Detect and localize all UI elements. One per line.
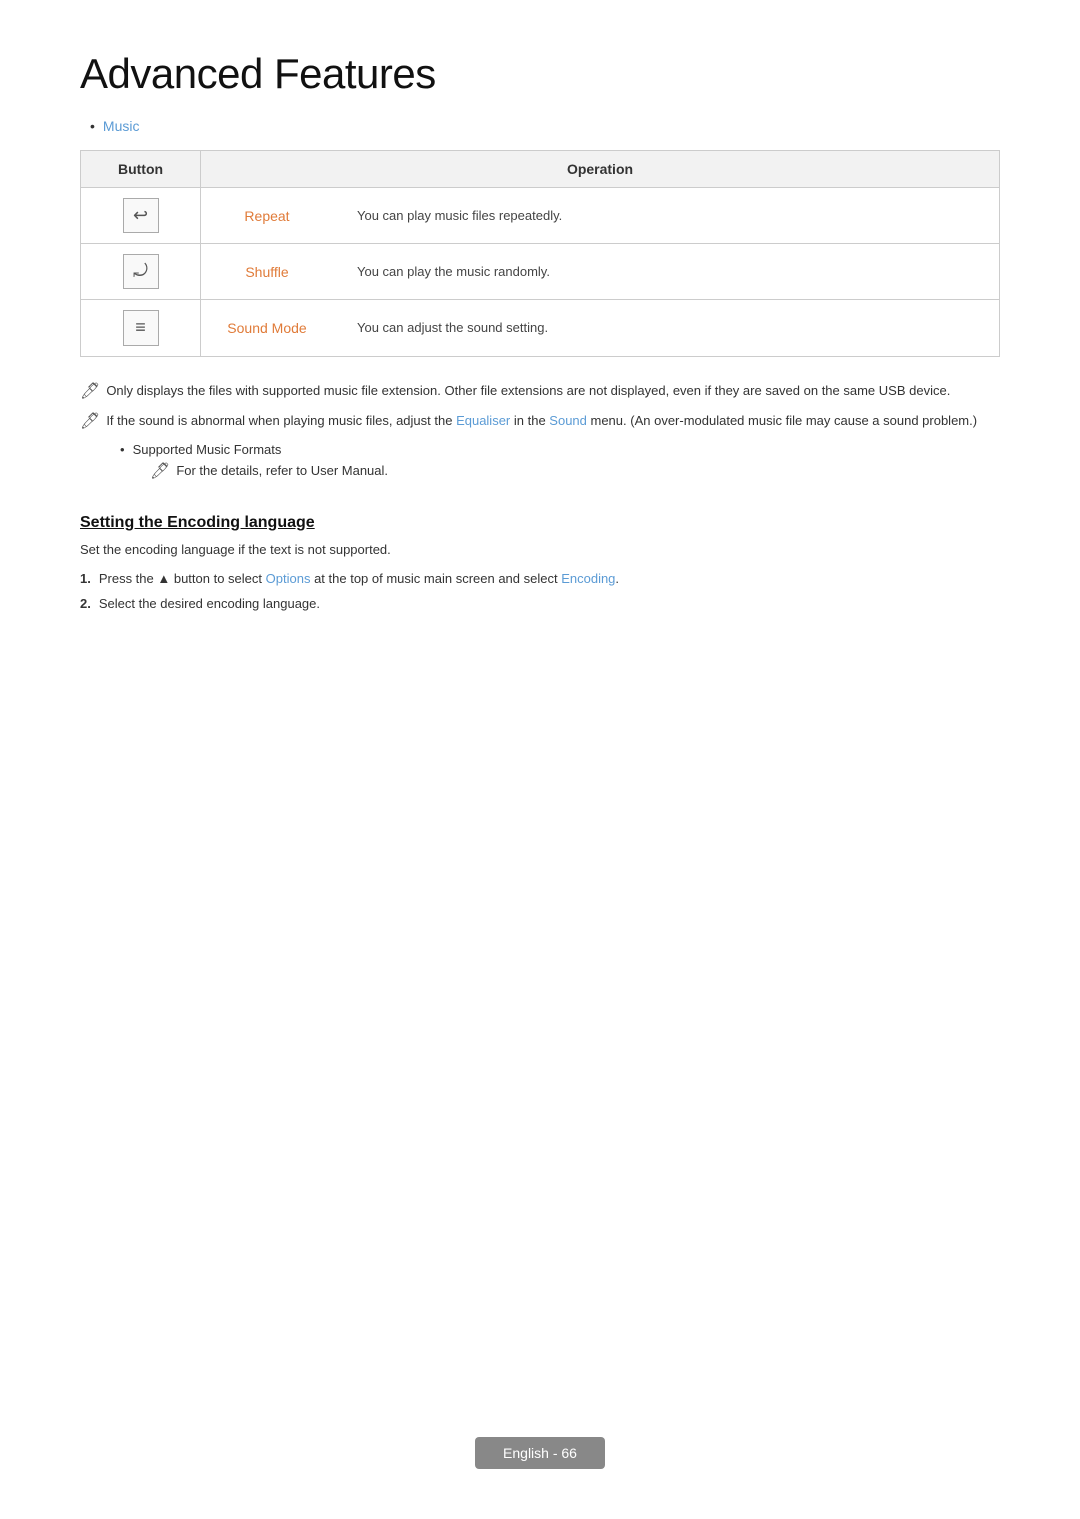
step-1-num: 1.: [80, 571, 91, 586]
supported-formats-item: Supported Music Formats: [120, 442, 1000, 457]
feature-table: Button Operation ↩ Repeat You can play m…: [80, 150, 1000, 357]
note2-text-mid: in the: [510, 413, 549, 428]
supported-formats-label: Supported Music Formats: [133, 442, 282, 457]
repeat-button-icon: ↩: [123, 198, 159, 233]
step-1: 1. Press the ▲ button to select Options …: [80, 571, 1000, 586]
music-bullet: Music: [90, 118, 1000, 134]
note-1: 🖊 Only displays the files with supported…: [80, 381, 1000, 402]
equaliser-link[interactable]: Equaliser: [456, 413, 510, 428]
footer-badge: English - 66: [475, 1437, 605, 1469]
table-header-button: Button: [81, 151, 201, 188]
soundmode-button-icon: ≡: [123, 310, 159, 345]
step1-text-mid: at the top of music main screen and sele…: [310, 571, 561, 586]
table-row: ↩ Repeat You can play music files repeat…: [81, 188, 1000, 244]
encoding-link[interactable]: Encoding: [561, 571, 615, 586]
table-cell-op-repeat: Repeat You can play music files repeated…: [201, 188, 1000, 244]
note-icon-2: 🖊: [80, 411, 100, 431]
step-2-num: 2.: [80, 596, 91, 611]
page-title: Advanced Features: [80, 50, 1000, 98]
table-cell-button-shuffle: ⤾: [81, 244, 201, 300]
step1-text-before: Press the ▲ button to select: [99, 571, 266, 586]
shuffle-desc: You can play the music randomly.: [357, 264, 550, 279]
shuffle-label: Shuffle: [217, 264, 317, 280]
options-link[interactable]: Options: [266, 571, 311, 586]
table-cell-button-repeat: ↩: [81, 188, 201, 244]
sub-note-formats: 🖊 For the details, refer to User Manual.: [150, 461, 1000, 482]
table-row: ≡ Sound Mode You can adjust the sound se…: [81, 300, 1000, 356]
soundmode-desc: You can adjust the sound setting.: [357, 320, 548, 335]
section-desc: Set the encoding language if the text is…: [80, 542, 1000, 557]
section-heading: Setting the Encoding language: [80, 514, 1000, 532]
note-2: 🖊 If the sound is abnormal when playing …: [80, 411, 1000, 432]
table-header-operation: Operation: [201, 151, 1000, 188]
music-link[interactable]: Music: [103, 118, 140, 134]
table-cell-button-soundmode: ≡: [81, 300, 201, 356]
sound-link[interactable]: Sound: [549, 413, 587, 428]
note2-text-before: If the sound is abnormal when playing mu…: [106, 413, 456, 428]
step-2-text: Select the desired encoding language.: [99, 596, 320, 611]
table-row: ⤾ Shuffle You can play the music randoml…: [81, 244, 1000, 300]
table-cell-op-shuffle: Shuffle You can play the music randomly.: [201, 244, 1000, 300]
page-footer: English - 66: [0, 1437, 1080, 1469]
table-cell-op-soundmode: Sound Mode You can adjust the sound sett…: [201, 300, 1000, 356]
step-1-text: Press the ▲ button to select Options at …: [99, 571, 619, 586]
note-text-2: If the sound is abnormal when playing mu…: [106, 411, 977, 432]
sub-note-icon: 🖊: [150, 461, 170, 481]
note2-text-after: menu. (An over-modulated music file may …: [587, 413, 977, 428]
shuffle-button-icon: ⤾: [123, 254, 159, 289]
step1-text-after: .: [615, 571, 619, 586]
note-icon-1: 🖊: [80, 381, 100, 401]
step-2: 2. Select the desired encoding language.: [80, 596, 1000, 611]
note-text-1: Only displays the files with supported m…: [106, 381, 950, 402]
soundmode-label: Sound Mode: [217, 320, 317, 336]
sub-note-text: For the details, refer to User Manual.: [176, 461, 388, 482]
repeat-desc: You can play music files repeatedly.: [357, 208, 562, 223]
repeat-label: Repeat: [217, 208, 317, 224]
